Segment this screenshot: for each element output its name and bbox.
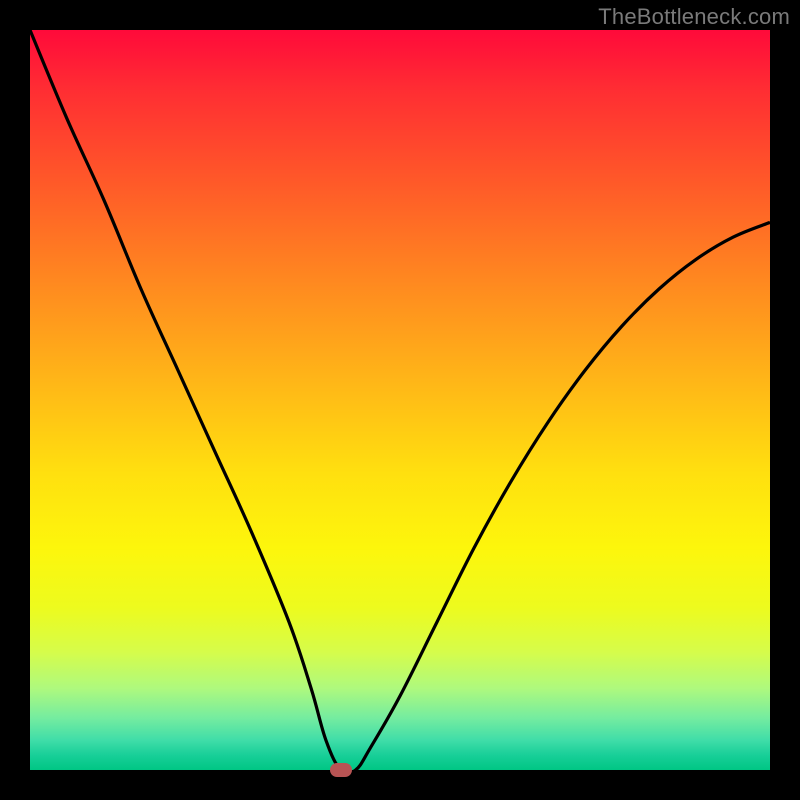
- optimum-marker: [330, 763, 352, 777]
- bottleneck-curve: [30, 30, 770, 770]
- curve-path: [30, 30, 770, 774]
- plot-area: [30, 30, 770, 770]
- chart-frame: TheBottleneck.com: [0, 0, 800, 800]
- watermark-text: TheBottleneck.com: [598, 4, 790, 30]
